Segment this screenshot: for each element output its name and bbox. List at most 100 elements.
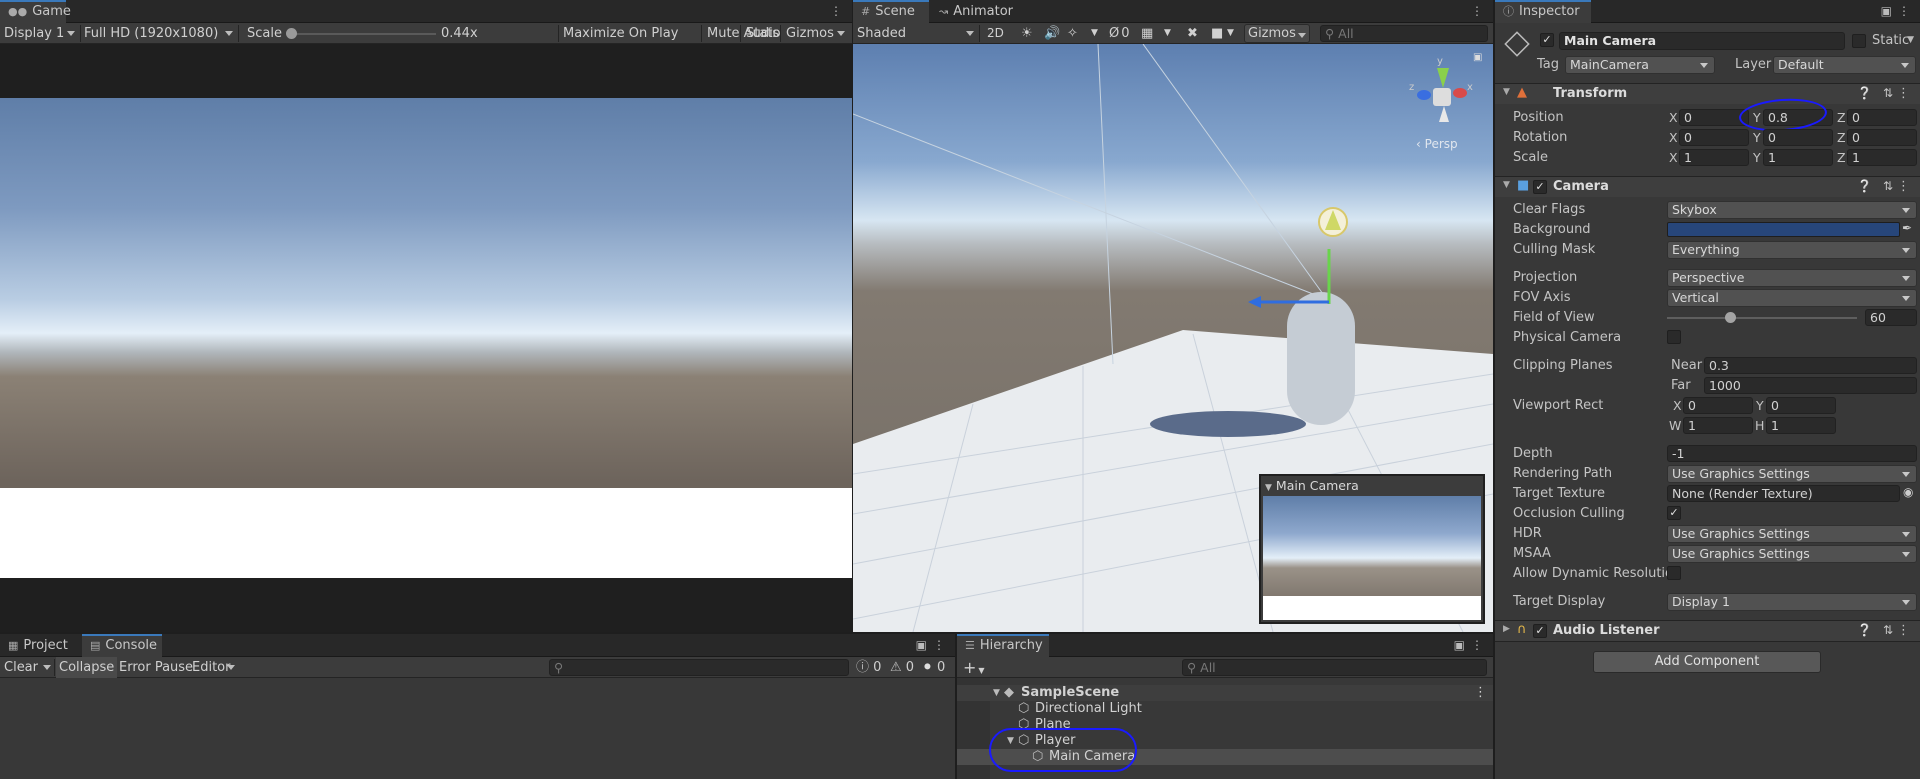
kebab-menu-icon[interactable]: ⋮: [1897, 179, 1910, 194]
viewport-x-field[interactable]: 0: [1683, 397, 1753, 414]
kebab-menu-icon[interactable]: ⋮: [933, 638, 945, 652]
foldout-triangle-icon[interactable]: ▶: [1503, 624, 1510, 634]
error-count-toggle[interactable]: ⚫ 0: [922, 657, 945, 678]
active-checkbox[interactable]: ✓: [1540, 33, 1554, 47]
kebab-menu-icon[interactable]: ⋮: [1471, 638, 1483, 652]
fov-axis-dropdown[interactable]: Vertical: [1667, 289, 1917, 307]
lock-icon[interactable]: ▣: [1454, 638, 1465, 652]
persp-label[interactable]: ‹ Persp: [1416, 137, 1458, 151]
display-dropdown[interactable]: Display 1: [4, 23, 78, 44]
foldout-triangle-icon[interactable]: ▼: [1503, 87, 1510, 97]
scale-x-field[interactable]: 1: [1679, 149, 1749, 166]
rotation-y-label[interactable]: Y: [1753, 129, 1761, 146]
culling-mask-dropdown[interactable]: Everything: [1667, 241, 1917, 259]
dynamic-resolution-checkbox[interactable]: [1667, 566, 1681, 580]
scale-slider[interactable]: [286, 28, 436, 39]
background-color-swatch[interactable]: [1667, 222, 1900, 237]
hdr-dropdown[interactable]: Use Graphics Settings: [1667, 525, 1917, 543]
editor-dropdown[interactable]: Editor: [192, 657, 238, 678]
viewport-w-label[interactable]: W: [1669, 417, 1681, 434]
layer-dropdown[interactable]: Default: [1773, 56, 1916, 74]
gizmo-axis-z[interactable]: z: [1409, 82, 1414, 93]
near-field[interactable]: 0.3: [1704, 357, 1917, 374]
tab-inspector[interactable]: ⓘ Inspector: [1495, 0, 1591, 23]
error-pause-toggle[interactable]: Error Pause: [119, 657, 193, 678]
tab-animator[interactable]: ↝ Animator: [931, 0, 1021, 23]
add-object-button[interactable]: + ▼: [963, 657, 985, 678]
viewport-y-label[interactable]: Y: [1756, 397, 1764, 414]
scale-z-field[interactable]: 1: [1847, 149, 1917, 166]
hierarchy-item-directional-light[interactable]: ⬡ Directional Light: [957, 701, 1493, 717]
kebab-menu-icon[interactable]: ⋮: [830, 4, 842, 18]
occlusion-culling-checkbox[interactable]: ✓: [1667, 506, 1681, 520]
fov-slider-handle[interactable]: [1724, 312, 1736, 323]
rotation-z-field[interactable]: 0: [1847, 129, 1917, 146]
hidden-objects-icon[interactable]: Ø0: [1109, 23, 1130, 44]
depth-field[interactable]: -1: [1667, 445, 1917, 462]
tab-game[interactable]: ●● Game: [0, 0, 71, 23]
console-search-input[interactable]: ⚲: [549, 659, 849, 676]
lighting-icon[interactable]: ☀: [1021, 23, 1033, 44]
grid-snap-icon[interactable]: ▦: [1141, 23, 1153, 44]
camera-icon[interactable]: ■: [1211, 23, 1223, 44]
viewport-h-label[interactable]: H: [1755, 417, 1764, 434]
rendering-path-dropdown[interactable]: Use Graphics Settings: [1667, 465, 1917, 483]
static-checkbox[interactable]: [1852, 34, 1866, 48]
rotation-z-label[interactable]: Z: [1837, 129, 1846, 146]
position-z-label[interactable]: Z: [1837, 109, 1846, 126]
help-icon[interactable]: ❔: [1857, 86, 1872, 100]
msaa-dropdown[interactable]: Use Graphics Settings: [1667, 545, 1917, 563]
clear-dropdown[interactable]: Clear: [4, 657, 54, 678]
expand-triangle-icon[interactable]: ▼: [993, 685, 1000, 701]
gizmo-axis-x[interactable]: x: [1467, 82, 1473, 93]
clear-flags-dropdown[interactable]: Skybox: [1667, 201, 1917, 219]
tab-hierarchy[interactable]: ☰ Hierarchy: [957, 634, 1049, 657]
tag-dropdown[interactable]: MainCamera: [1565, 56, 1715, 74]
fov-slider[interactable]: [1667, 312, 1857, 323]
position-x-label[interactable]: X: [1669, 109, 1678, 126]
kebab-menu-icon[interactable]: ⋮: [1474, 685, 1487, 701]
scale-y-label[interactable]: Y: [1753, 149, 1761, 166]
warning-count-toggle[interactable]: ⚠ 0: [890, 657, 914, 678]
chevron-down-icon[interactable]: ▼: [1907, 35, 1914, 45]
kebab-menu-icon[interactable]: ⋮: [1897, 86, 1910, 101]
orientation-gizmo[interactable]: y z x: [1409, 56, 1479, 126]
collapse-triangle-icon[interactable]: ▼: [1265, 483, 1272, 493]
rotation-x-label[interactable]: X: [1669, 129, 1678, 146]
viewport-w-field[interactable]: 1: [1683, 417, 1753, 434]
target-texture-field[interactable]: None (Render Texture): [1667, 485, 1900, 502]
help-icon[interactable]: ❔: [1857, 179, 1872, 193]
hierarchy-search-input[interactable]: ⚲ All: [1182, 659, 1487, 676]
camera-header[interactable]: ▼ ■ ✓ Camera ❔ ⇅ ⋮: [1495, 176, 1920, 197]
audio-listener-enabled-checkbox[interactable]: ✓: [1533, 624, 1547, 638]
scale-y-field[interactable]: 1: [1763, 149, 1833, 166]
audio-listener-header[interactable]: ▶ ∩ ✓ Audio Listener ❔ ⇅ ⋮: [1495, 620, 1920, 641]
scene-root-row[interactable]: ▼ ◆ SampleScene ⋮: [957, 685, 1493, 701]
chevron-down-icon[interactable]: ▼: [1164, 23, 1171, 44]
tab-scene[interactable]: # Scene: [853, 0, 929, 23]
gizmos-dropdown[interactable]: Gizmos: [1244, 24, 1310, 43]
foldout-triangle-icon[interactable]: ▼: [1503, 180, 1510, 190]
physical-camera-checkbox[interactable]: [1667, 330, 1681, 344]
stats-toggle[interactable]: Stats: [746, 23, 779, 44]
scene-viewport[interactable]: y z x ‹ Persp ▣ ▼ Main Camera: [853, 44, 1493, 632]
preset-icon[interactable]: ⇅: [1883, 86, 1893, 100]
preset-icon[interactable]: ⇅: [1883, 179, 1893, 193]
rotation-x-field[interactable]: 0: [1679, 129, 1749, 146]
projection-dropdown[interactable]: Perspective: [1667, 269, 1917, 287]
scale-z-label[interactable]: Z: [1837, 149, 1846, 166]
lock-icon[interactable]: ▣: [1881, 4, 1892, 18]
help-icon[interactable]: ❔: [1857, 623, 1872, 637]
lock-icon[interactable]: ▣: [1473, 52, 1482, 63]
position-z-field[interactable]: 0: [1847, 109, 1917, 126]
target-display-dropdown[interactable]: Display 1: [1667, 593, 1917, 611]
object-picker-icon[interactable]: ◉: [1903, 485, 1913, 499]
object-name-field[interactable]: Main Camera: [1559, 32, 1845, 50]
kebab-menu-icon[interactable]: ⋮: [1471, 4, 1483, 18]
transform-header[interactable]: ▼ ▲ Transform ❔ ⇅ ⋮: [1495, 83, 1920, 104]
collapse-toggle[interactable]: Collapse: [56, 657, 118, 678]
game-viewport[interactable]: [0, 98, 852, 578]
scene-search-input[interactable]: ⚲ All: [1320, 25, 1488, 42]
audio-icon[interactable]: 🔊: [1044, 23, 1060, 44]
resolution-dropdown[interactable]: Full HD (1920x1080): [84, 23, 236, 44]
